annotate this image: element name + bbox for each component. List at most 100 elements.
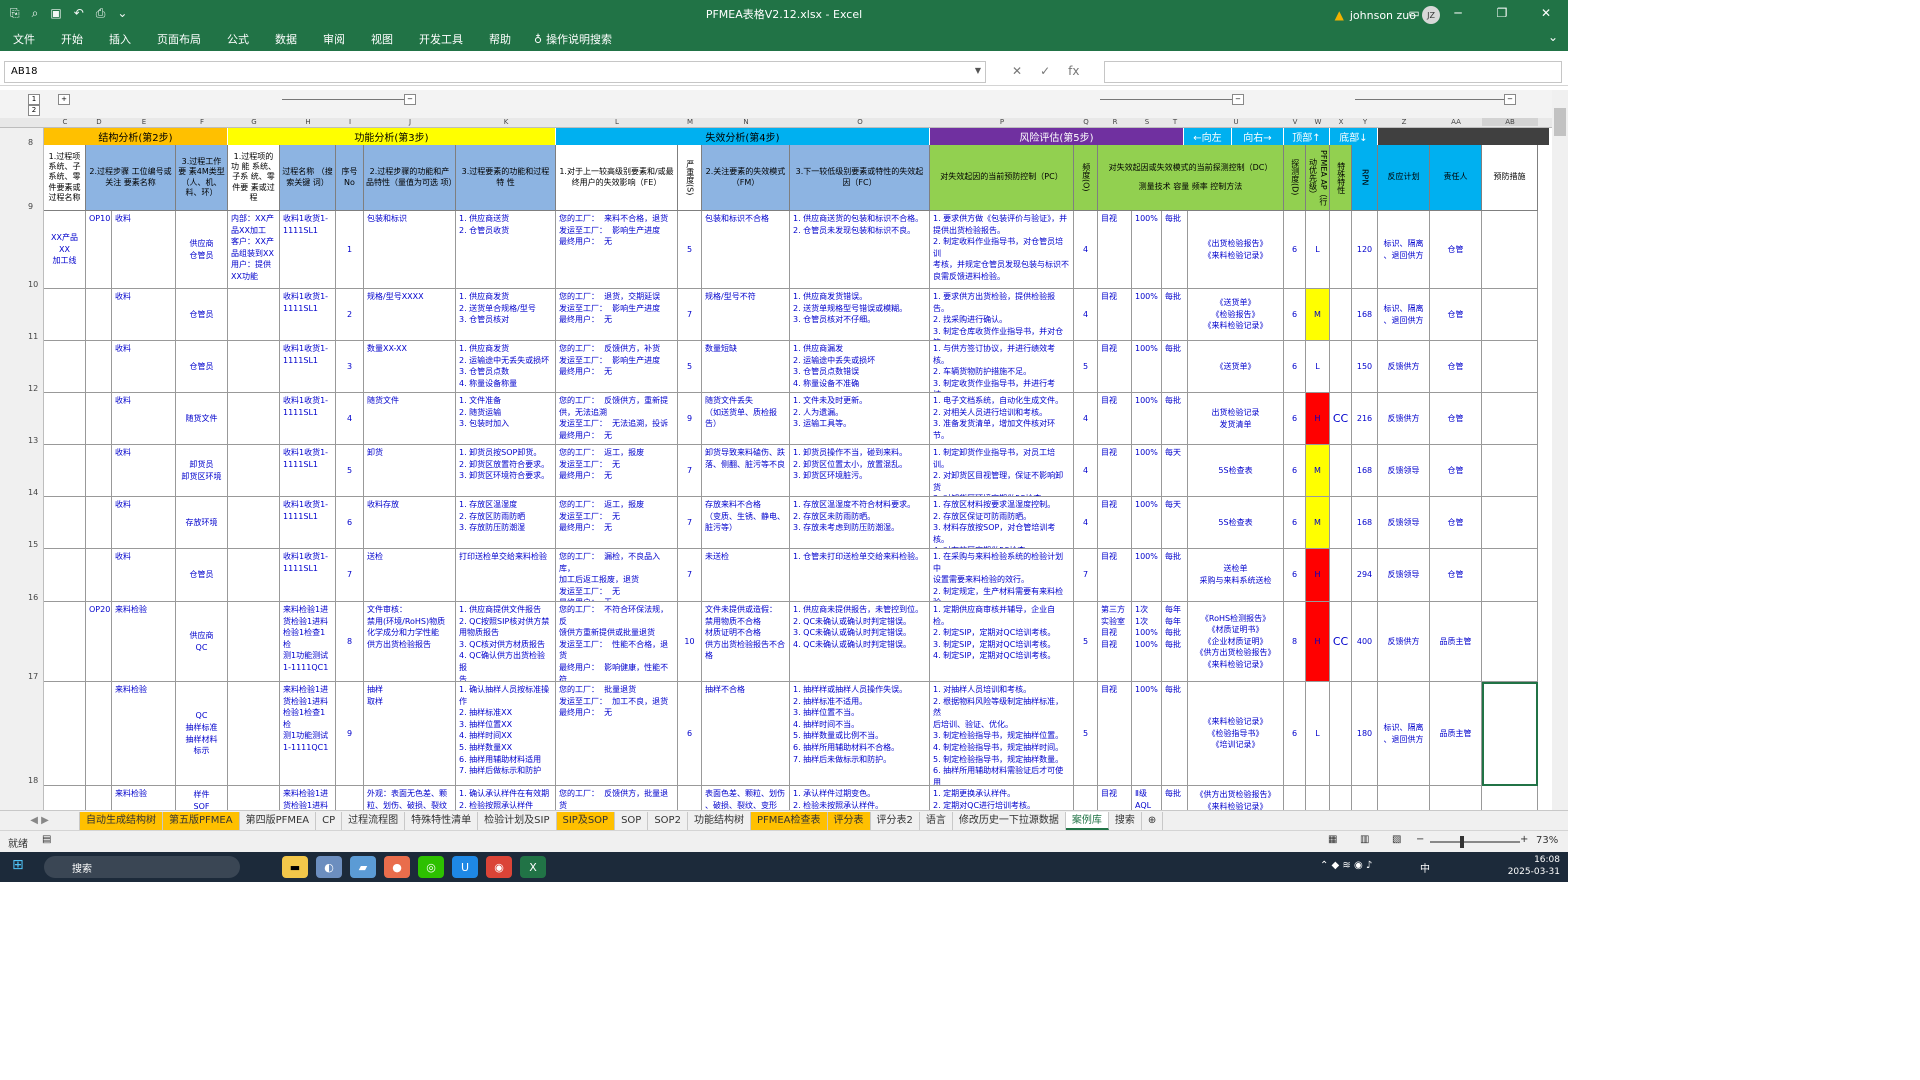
- cell-h[interactable]: 收料1收货1- 1111SL1: [280, 211, 336, 289]
- windows-start-icon[interactable]: ⊞: [12, 857, 24, 873]
- cell-k[interactable]: 1. 供应商提供文件报告 2. QC按照SIP核对供方禁 用物质报告 3. QC…: [456, 602, 556, 682]
- cell-p[interactable]: 1. 要求供方做《包装评价与验证》，并 提供出货检验报告。 2. 制定收料作业指…: [930, 211, 1074, 289]
- cell-k[interactable]: 1. 供应商发货 2. 送货单合规格/型号 3. 仓管员核对: [456, 289, 556, 341]
- cell-w[interactable]: [1306, 786, 1330, 810]
- cell-t[interactable]: 每批: [1162, 289, 1188, 341]
- column-header[interactable]: S: [1132, 118, 1162, 126]
- chevron-down-icon[interactable]: ▼: [975, 66, 981, 75]
- cell-v[interactable]: 6: [1284, 497, 1306, 549]
- cell-h[interactable]: 收料1收货1- 1111SL1: [280, 497, 336, 549]
- column-header[interactable]: Q: [1074, 118, 1098, 126]
- cell-y[interactable]: [1352, 786, 1378, 810]
- cell-o[interactable]: 1. 供应商漏发 2. 运输途中丢失或损坏 3. 仓管员点数错误 4. 称量设备…: [790, 341, 930, 393]
- cell-x[interactable]: CC: [1330, 393, 1352, 445]
- cell-e[interactable]: 来料检验: [112, 682, 176, 786]
- save-icon[interactable]: ▣: [50, 6, 61, 21]
- cell-d[interactable]: OP20: [86, 602, 112, 682]
- cell-y[interactable]: 400: [1352, 602, 1378, 682]
- cell-x[interactable]: [1330, 289, 1352, 341]
- maximize-icon[interactable]: ❐: [1480, 0, 1524, 27]
- cell-c[interactable]: [44, 341, 86, 393]
- cell-u[interactable]: 《供方出货检验报告》 《来料检验记录》: [1188, 786, 1284, 810]
- cell-j[interactable]: 送检: [364, 549, 456, 602]
- menu-view[interactable]: 视图: [358, 31, 406, 47]
- cell-m[interactable]: 5: [678, 341, 702, 393]
- cell-k[interactable]: 打印送检单交给来料检验: [456, 549, 556, 602]
- column-header[interactable]: L: [556, 118, 678, 126]
- app-icon[interactable]: ◐: [316, 856, 342, 878]
- page-break-icon[interactable]: ▧: [1392, 834, 1401, 845]
- sheet-tab[interactable]: CP: [316, 811, 343, 830]
- cell-c[interactable]: [44, 289, 86, 341]
- clock[interactable]: 16:08 2025-03-31: [1508, 854, 1560, 878]
- sheet-tab[interactable]: 过程流程图: [342, 811, 406, 830]
- zoom-out-button[interactable]: −: [1416, 834, 1424, 845]
- cell-v[interactable]: 6: [1284, 393, 1306, 445]
- cell-m[interactable]: 7: [678, 549, 702, 602]
- cell-aa[interactable]: 仓管: [1430, 549, 1482, 602]
- cell-q[interactable]: 4: [1074, 393, 1098, 445]
- cell-e[interactable]: 来料检验: [112, 786, 176, 810]
- tell-me-search[interactable]: ♁ 操作说明搜索: [524, 31, 612, 47]
- menu-insert[interactable]: 插入: [96, 31, 144, 47]
- cell-f[interactable]: 供应商 仓管员: [176, 211, 228, 289]
- cell-ab[interactable]: [1482, 497, 1538, 549]
- cell-w[interactable]: L: [1306, 682, 1330, 786]
- outline-level-2-button[interactable]: 2: [28, 105, 40, 116]
- cell-y[interactable]: 216: [1352, 393, 1378, 445]
- cell-q[interactable]: 4: [1074, 211, 1098, 289]
- cell-d[interactable]: OP10: [86, 211, 112, 289]
- cell-y[interactable]: 294: [1352, 549, 1378, 602]
- add-sheet-icon[interactable]: ⊕: [1142, 811, 1164, 830]
- cell-l[interactable]: 您的工厂： 反馈供方，批量退货 发运至工厂： 退货，投诉: [556, 786, 678, 810]
- sheet-tab[interactable]: 特殊特性清单: [405, 811, 479, 830]
- cell-f[interactable]: 供应商 QC: [176, 602, 228, 682]
- customize-icon[interactable]: ⌄: [117, 6, 127, 21]
- cell-o[interactable]: 1. 文件未及时更新。 2. 人为遗漏。 3. 运输工具等。: [790, 393, 930, 445]
- cell-c[interactable]: [44, 549, 86, 602]
- cell-h[interactable]: 收料1收货1- 1111SL1: [280, 341, 336, 393]
- cell-g[interactable]: [228, 289, 280, 341]
- cell-t[interactable]: 每批: [1162, 393, 1188, 445]
- cell-t[interactable]: 每批: [1162, 786, 1188, 810]
- cell-t[interactable]: 每天: [1162, 497, 1188, 549]
- cell-aa[interactable]: 品质主管: [1430, 602, 1482, 682]
- column-header[interactable]: U: [1188, 118, 1284, 126]
- cell-i[interactable]: 6: [336, 497, 364, 549]
- cell-k[interactable]: 1. 确认抽样人员按标准操作 2. 抽样标准XX 3. 抽样位置XX 4. 抽样…: [456, 682, 556, 786]
- cell-aa[interactable]: 仓管: [1430, 497, 1482, 549]
- cell-c[interactable]: [44, 393, 86, 445]
- menu-page-layout[interactable]: 页面布局: [144, 31, 214, 47]
- sheet-tab[interactable]: 修改历史一下拉源数据: [953, 811, 1066, 830]
- cell-u[interactable]: 送检单 采购与来料系统送检: [1188, 549, 1284, 602]
- cell-g[interactable]: [228, 445, 280, 497]
- cell-q[interactable]: 4: [1074, 497, 1098, 549]
- cell-v[interactable]: 8: [1284, 602, 1306, 682]
- cell-o[interactable]: 1. 供应商送货的包装和标识不合格。 2. 仓管员未发现包装和标识不良。: [790, 211, 930, 289]
- cell-s[interactable]: 100%: [1132, 211, 1162, 289]
- cell-i[interactable]: 3: [336, 341, 364, 393]
- menu-file[interactable]: 文件: [0, 31, 48, 47]
- cell-o[interactable]: 1. 抽样样或抽样人员操作失误。 2. 抽样标准不适用。 3. 抽样位置不当。 …: [790, 682, 930, 786]
- cell-c[interactable]: [44, 602, 86, 682]
- cell-u[interactable]: 出货检验记录 发货清单: [1188, 393, 1284, 445]
- close-icon[interactable]: ✕: [1524, 0, 1568, 27]
- cell-y[interactable]: 168: [1352, 445, 1378, 497]
- cell-r[interactable]: 目视: [1098, 211, 1132, 289]
- file-explorer-icon[interactable]: ▬: [282, 856, 308, 878]
- cell-t[interactable]: 每批: [1162, 211, 1188, 289]
- column-header[interactable]: G: [228, 118, 280, 126]
- cell-g[interactable]: [228, 341, 280, 393]
- cell-t[interactable]: 每年 每年 每批 每批: [1162, 602, 1188, 682]
- cell-r[interactable]: 目视: [1098, 786, 1132, 810]
- cell-d[interactable]: [86, 341, 112, 393]
- column-header[interactable]: H: [280, 118, 336, 126]
- cell-r[interactable]: 第三方 实验室 目视 目视: [1098, 602, 1132, 682]
- row-header[interactable]: 11: [28, 332, 38, 341]
- cell-i[interactable]: [336, 786, 364, 810]
- cell-e[interactable]: 收料: [112, 289, 176, 341]
- cell-q[interactable]: 5: [1074, 682, 1098, 786]
- row-header[interactable]: 8: [28, 138, 33, 147]
- cell-aa[interactable]: 仓管: [1430, 341, 1482, 393]
- taskbar-search[interactable]: 搜索: [44, 856, 240, 878]
